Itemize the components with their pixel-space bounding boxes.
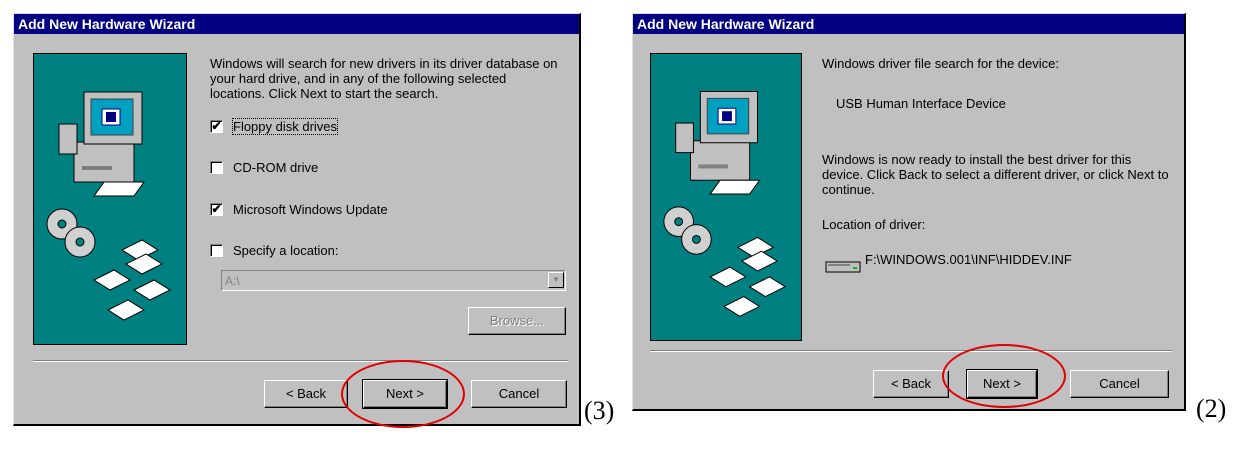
separator xyxy=(33,360,568,362)
intro-text: Windows will search for new drivers in i… xyxy=(210,56,558,101)
title-bar: Add New Hardware Wizard xyxy=(633,14,1184,34)
floppy-disk-icon xyxy=(709,236,787,317)
option-label-windows-update[interactable]: Microsoft Windows Update xyxy=(233,202,388,217)
checkbox-specify-location[interactable] xyxy=(210,244,223,257)
drive-icon xyxy=(825,261,861,273)
step-label: (3) xyxy=(584,396,615,425)
device-name: USB Human Interface Device xyxy=(836,96,1006,111)
option-label-specify-location[interactable]: Specify a location: xyxy=(233,243,339,258)
checkbox-windows-update[interactable]: ✔ xyxy=(210,203,223,216)
browse-button[interactable]: Browse... xyxy=(468,307,566,335)
location-label: Location of driver: xyxy=(822,217,926,232)
wizard-dialog-left: Add New Hardware Wizard Windows will sea… xyxy=(13,13,581,426)
option-label-cdrom[interactable]: CD-ROM drive xyxy=(233,160,318,175)
wizard-illustration xyxy=(33,53,187,345)
wizard-illustration xyxy=(650,53,802,341)
location-combo[interactable]: A:\ ▼ xyxy=(221,270,566,291)
search-text: Windows driver file search for the devic… xyxy=(822,56,1059,71)
driver-path: F:\WINDOWS.001\INF\HIDDEV.INF xyxy=(865,252,1072,267)
back-button[interactable]: < Back xyxy=(264,380,348,408)
computer-icon xyxy=(663,90,787,317)
computer-icon xyxy=(46,91,172,321)
checkbox-floppy[interactable]: ✔ xyxy=(210,120,223,133)
cd-disc-icon xyxy=(663,206,712,255)
back-button[interactable]: < Back xyxy=(873,370,949,398)
title-bar: Add New Hardware Wizard xyxy=(14,14,579,34)
floppy-disk-icon xyxy=(92,239,172,321)
cd-disc-icon xyxy=(46,208,96,258)
option-label-floppy[interactable]: Floppy disk drives xyxy=(231,118,339,135)
checkmark-icon: ✔ xyxy=(211,202,222,216)
separator xyxy=(650,350,1172,352)
ready-text: Windows is now ready to install the best… xyxy=(822,152,1169,197)
step-label: (2) xyxy=(1196,394,1227,423)
location-value: A:\ xyxy=(225,274,240,288)
checkbox-cdrom[interactable] xyxy=(210,161,223,174)
wizard-dialog-right: Add New Hardware Wizard Windows driver f… xyxy=(632,13,1186,411)
cancel-button[interactable]: Cancel xyxy=(1070,370,1169,398)
checkmark-icon: ✔ xyxy=(211,119,222,133)
highlight-ellipse-next xyxy=(942,344,1066,408)
highlight-ellipse-next xyxy=(341,360,465,428)
dropdown-arrow-icon[interactable]: ▼ xyxy=(548,272,564,288)
cancel-button[interactable]: Cancel xyxy=(471,380,567,408)
